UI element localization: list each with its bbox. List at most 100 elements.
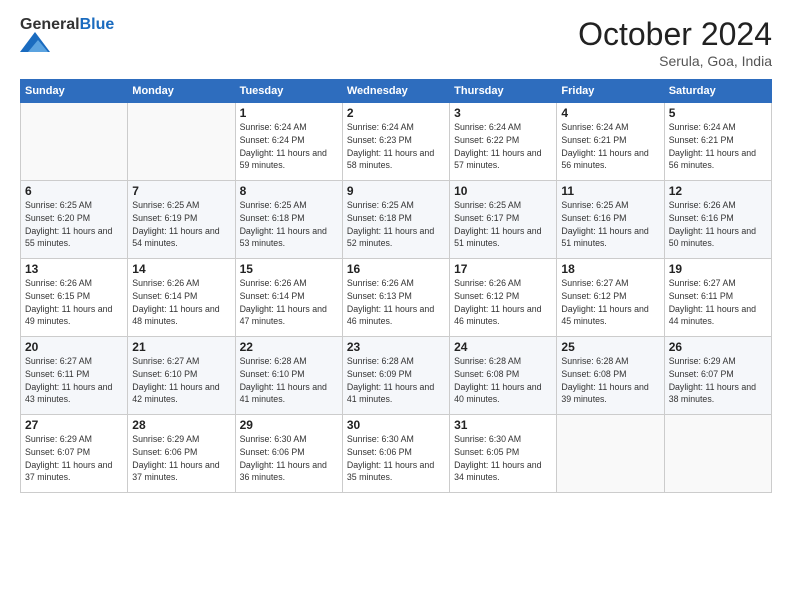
day-number: 22 <box>240 340 338 354</box>
day-number: 18 <box>561 262 659 276</box>
day-info: Sunrise: 6:25 AM Sunset: 6:18 PM Dayligh… <box>240 199 338 250</box>
day-info: Sunrise: 6:29 AM Sunset: 6:07 PM Dayligh… <box>25 433 123 484</box>
day-number: 3 <box>454 106 552 120</box>
day-number: 7 <box>132 184 230 198</box>
day-number: 8 <box>240 184 338 198</box>
day-info: Sunrise: 6:26 AM Sunset: 6:14 PM Dayligh… <box>240 277 338 328</box>
day-info: Sunrise: 6:24 AM Sunset: 6:22 PM Dayligh… <box>454 121 552 172</box>
calendar-cell: 17Sunrise: 6:26 AM Sunset: 6:12 PM Dayli… <box>450 259 557 337</box>
title-area: October 2024 Serula, Goa, India <box>578 16 772 69</box>
day-info: Sunrise: 6:28 AM Sunset: 6:08 PM Dayligh… <box>454 355 552 406</box>
day-info: Sunrise: 6:26 AM Sunset: 6:15 PM Dayligh… <box>25 277 123 328</box>
calendar-cell: 20Sunrise: 6:27 AM Sunset: 6:11 PM Dayli… <box>21 337 128 415</box>
calendar-cell: 25Sunrise: 6:28 AM Sunset: 6:08 PM Dayli… <box>557 337 664 415</box>
header: GeneralBlue October 2024 Serula, Goa, In… <box>20 16 772 69</box>
day-number: 12 <box>669 184 767 198</box>
calendar-cell: 1Sunrise: 6:24 AM Sunset: 6:24 PM Daylig… <box>235 103 342 181</box>
weekday-header-sunday: Sunday <box>21 80 128 103</box>
calendar-cell: 19Sunrise: 6:27 AM Sunset: 6:11 PM Dayli… <box>664 259 771 337</box>
calendar-cell: 31Sunrise: 6:30 AM Sunset: 6:05 PM Dayli… <box>450 415 557 493</box>
weekday-header-wednesday: Wednesday <box>342 80 449 103</box>
calendar-cell: 4Sunrise: 6:24 AM Sunset: 6:21 PM Daylig… <box>557 103 664 181</box>
weekday-header-row: SundayMondayTuesdayWednesdayThursdayFrid… <box>21 80 772 103</box>
day-info: Sunrise: 6:24 AM Sunset: 6:23 PM Dayligh… <box>347 121 445 172</box>
day-info: Sunrise: 6:27 AM Sunset: 6:11 PM Dayligh… <box>25 355 123 406</box>
calendar-cell: 9Sunrise: 6:25 AM Sunset: 6:18 PM Daylig… <box>342 181 449 259</box>
calendar-table: SundayMondayTuesdayWednesdayThursdayFrid… <box>20 79 772 493</box>
logo: GeneralBlue <box>20 16 114 52</box>
calendar-week-3: 13Sunrise: 6:26 AM Sunset: 6:15 PM Dayli… <box>21 259 772 337</box>
day-info: Sunrise: 6:26 AM Sunset: 6:16 PM Dayligh… <box>669 199 767 250</box>
calendar-page: GeneralBlue October 2024 Serula, Goa, In… <box>0 0 792 612</box>
day-info: Sunrise: 6:26 AM Sunset: 6:13 PM Dayligh… <box>347 277 445 328</box>
calendar-cell: 16Sunrise: 6:26 AM Sunset: 6:13 PM Dayli… <box>342 259 449 337</box>
calendar-cell <box>664 415 771 493</box>
day-info: Sunrise: 6:27 AM Sunset: 6:11 PM Dayligh… <box>669 277 767 328</box>
day-number: 11 <box>561 184 659 198</box>
calendar-week-1: 1Sunrise: 6:24 AM Sunset: 6:24 PM Daylig… <box>21 103 772 181</box>
calendar-cell: 29Sunrise: 6:30 AM Sunset: 6:06 PM Dayli… <box>235 415 342 493</box>
day-info: Sunrise: 6:28 AM Sunset: 6:10 PM Dayligh… <box>240 355 338 406</box>
calendar-cell: 5Sunrise: 6:24 AM Sunset: 6:21 PM Daylig… <box>664 103 771 181</box>
day-info: Sunrise: 6:25 AM Sunset: 6:17 PM Dayligh… <box>454 199 552 250</box>
day-number: 9 <box>347 184 445 198</box>
location-subtitle: Serula, Goa, India <box>578 53 772 69</box>
day-info: Sunrise: 6:24 AM Sunset: 6:24 PM Dayligh… <box>240 121 338 172</box>
day-info: Sunrise: 6:30 AM Sunset: 6:06 PM Dayligh… <box>347 433 445 484</box>
logo-blue-text: Blue <box>80 16 115 33</box>
day-number: 19 <box>669 262 767 276</box>
calendar-cell <box>128 103 235 181</box>
day-number: 17 <box>454 262 552 276</box>
calendar-week-5: 27Sunrise: 6:29 AM Sunset: 6:07 PM Dayli… <box>21 415 772 493</box>
calendar-cell: 28Sunrise: 6:29 AM Sunset: 6:06 PM Dayli… <box>128 415 235 493</box>
day-number: 25 <box>561 340 659 354</box>
calendar-cell: 10Sunrise: 6:25 AM Sunset: 6:17 PM Dayli… <box>450 181 557 259</box>
calendar-cell: 23Sunrise: 6:28 AM Sunset: 6:09 PM Dayli… <box>342 337 449 415</box>
calendar-cell: 7Sunrise: 6:25 AM Sunset: 6:19 PM Daylig… <box>128 181 235 259</box>
calendar-cell: 18Sunrise: 6:27 AM Sunset: 6:12 PM Dayli… <box>557 259 664 337</box>
day-info: Sunrise: 6:25 AM Sunset: 6:16 PM Dayligh… <box>561 199 659 250</box>
weekday-header-friday: Friday <box>557 80 664 103</box>
calendar-cell: 11Sunrise: 6:25 AM Sunset: 6:16 PM Dayli… <box>557 181 664 259</box>
day-info: Sunrise: 6:26 AM Sunset: 6:12 PM Dayligh… <box>454 277 552 328</box>
calendar-cell: 8Sunrise: 6:25 AM Sunset: 6:18 PM Daylig… <box>235 181 342 259</box>
calendar-cell: 21Sunrise: 6:27 AM Sunset: 6:10 PM Dayli… <box>128 337 235 415</box>
calendar-cell: 27Sunrise: 6:29 AM Sunset: 6:07 PM Dayli… <box>21 415 128 493</box>
day-info: Sunrise: 6:27 AM Sunset: 6:12 PM Dayligh… <box>561 277 659 328</box>
calendar-week-4: 20Sunrise: 6:27 AM Sunset: 6:11 PM Dayli… <box>21 337 772 415</box>
day-number: 16 <box>347 262 445 276</box>
day-number: 30 <box>347 418 445 432</box>
day-number: 13 <box>25 262 123 276</box>
calendar-cell: 12Sunrise: 6:26 AM Sunset: 6:16 PM Dayli… <box>664 181 771 259</box>
day-number: 4 <box>561 106 659 120</box>
day-number: 15 <box>240 262 338 276</box>
day-info: Sunrise: 6:25 AM Sunset: 6:19 PM Dayligh… <box>132 199 230 250</box>
day-info: Sunrise: 6:25 AM Sunset: 6:18 PM Dayligh… <box>347 199 445 250</box>
day-number: 5 <box>669 106 767 120</box>
day-number: 29 <box>240 418 338 432</box>
day-number: 21 <box>132 340 230 354</box>
weekday-header-saturday: Saturday <box>664 80 771 103</box>
calendar-cell <box>21 103 128 181</box>
calendar-cell: 2Sunrise: 6:24 AM Sunset: 6:23 PM Daylig… <box>342 103 449 181</box>
calendar-cell: 13Sunrise: 6:26 AM Sunset: 6:15 PM Dayli… <box>21 259 128 337</box>
calendar-body: 1Sunrise: 6:24 AM Sunset: 6:24 PM Daylig… <box>21 103 772 493</box>
day-number: 14 <box>132 262 230 276</box>
weekday-header-thursday: Thursday <box>450 80 557 103</box>
day-number: 20 <box>25 340 123 354</box>
weekday-header-monday: Monday <box>128 80 235 103</box>
calendar-cell: 30Sunrise: 6:30 AM Sunset: 6:06 PM Dayli… <box>342 415 449 493</box>
logo-icon <box>20 32 50 52</box>
day-number: 24 <box>454 340 552 354</box>
day-number: 31 <box>454 418 552 432</box>
day-info: Sunrise: 6:28 AM Sunset: 6:08 PM Dayligh… <box>561 355 659 406</box>
day-number: 10 <box>454 184 552 198</box>
day-info: Sunrise: 6:29 AM Sunset: 6:07 PM Dayligh… <box>669 355 767 406</box>
day-number: 27 <box>25 418 123 432</box>
calendar-week-2: 6Sunrise: 6:25 AM Sunset: 6:20 PM Daylig… <box>21 181 772 259</box>
day-number: 2 <box>347 106 445 120</box>
day-number: 23 <box>347 340 445 354</box>
day-number: 26 <box>669 340 767 354</box>
day-info: Sunrise: 6:26 AM Sunset: 6:14 PM Dayligh… <box>132 277 230 328</box>
calendar-cell: 14Sunrise: 6:26 AM Sunset: 6:14 PM Dayli… <box>128 259 235 337</box>
